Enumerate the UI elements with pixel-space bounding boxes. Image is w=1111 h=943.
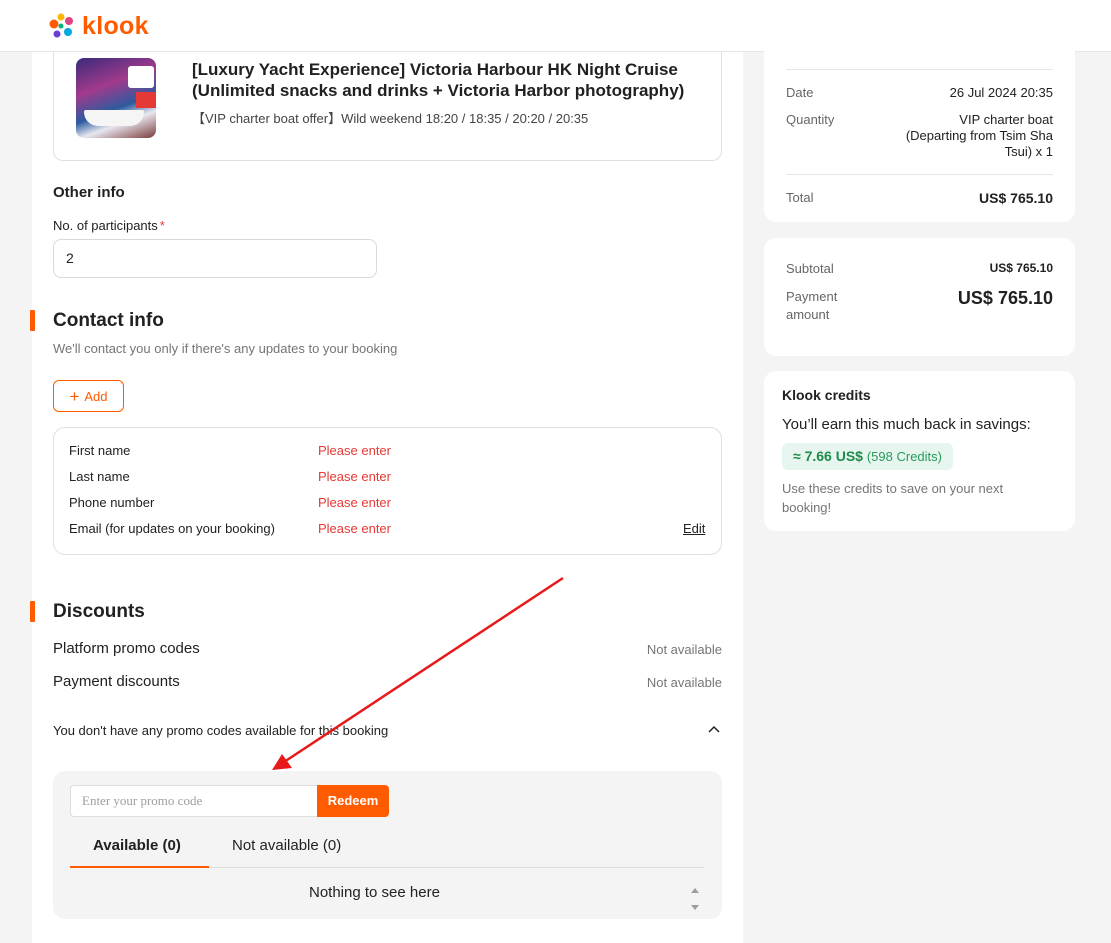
chevron-up-icon[interactable] (706, 721, 722, 737)
platform-promo-row[interactable]: Platform promo codes Not available (53, 640, 722, 660)
total-value: US$ 765.10 (979, 190, 1053, 206)
divider (786, 174, 1053, 175)
subtotal-label: Subtotal (786, 261, 834, 276)
participants-input[interactable]: 2 (53, 239, 377, 278)
contact-row-label: Phone number (69, 495, 155, 510)
tab-available[interactable]: Available (0) (93, 837, 181, 854)
payment-amount-label: Payment amount (786, 289, 838, 322)
quantity-value: VIP charter boat (Departing from Tsim Sh… (905, 112, 1053, 159)
add-contact-label: Add (84, 388, 108, 404)
payment-amount-value: US$ 765.10 (957, 288, 1053, 308)
scroll-up-icon[interactable] (691, 888, 699, 893)
product-package: 【VIP charter boat offer】Wild weekend 18:… (192, 111, 589, 126)
plus-icon: + (69, 386, 80, 406)
date-value: 26 Jul 2024 20:35 (949, 85, 1053, 100)
product-card: [Luxury Yacht Experience] Victoria Harbo… (53, 52, 722, 161)
credits-subtitle: You’ll earn this much back in savings: (782, 416, 1031, 433)
contact-row-value[interactable]: Please enter (318, 443, 391, 458)
redeem-button[interactable]: Redeem (317, 785, 389, 817)
divider (786, 69, 1053, 70)
product-thumbnail (76, 58, 156, 138)
edit-contact-link[interactable]: Edit (683, 521, 705, 536)
promo-code-input[interactable]: Enter your promo code (70, 785, 317, 817)
klook-credits-card: Klook credits You’ll earn this much back… (764, 371, 1075, 531)
order-summary-card: Date 26 Jul 2024 20:35 Quantity VIP char… (764, 40, 1075, 222)
date-label: Date (786, 85, 814, 100)
contact-row-value[interactable]: Please enter (318, 495, 391, 510)
platform-promo-label: Platform promo codes (53, 640, 200, 657)
discounts-title: Discounts (53, 601, 145, 622)
brand-name: klook (82, 11, 149, 40)
platform-promo-status: Not available (646, 642, 722, 657)
promo-availability-note: You don't have any promo codes available… (53, 723, 389, 738)
credits-title: Klook credits (782, 387, 871, 403)
active-tab-indicator (70, 866, 209, 868)
credits-count: (598 Credits) (866, 449, 942, 464)
credits-badge: ≈ 7.66 US$ (598 Credits) (782, 443, 953, 470)
contact-details-card: First name Please enter Last name Please… (53, 427, 722, 555)
credits-note: Use these credits to save on your next b… (782, 481, 1004, 515)
add-contact-button[interactable]: + Add (53, 380, 124, 412)
payment-discounts-status: Not available (646, 675, 722, 690)
section-accent-bar (30, 310, 35, 331)
total-label: Total (786, 190, 814, 205)
quantity-label: Quantity (786, 112, 835, 127)
contact-row-value[interactable]: Please enter (318, 521, 391, 536)
empty-state-text: Nothing to see here (309, 884, 440, 901)
payment-discounts-row[interactable]: Payment discounts Not available (53, 673, 722, 693)
section-accent-bar (30, 601, 35, 622)
klook-logo-icon (49, 13, 73, 38)
scroll-down-icon[interactable] (691, 905, 699, 910)
promo-code-panel: Enter your promo code Redeem Available (… (53, 771, 722, 919)
contact-row-label: Email (for updates on your booking) (69, 521, 275, 536)
payment-summary-card: Subtotal US$ 765.10 Payment amount US$ 7… (764, 238, 1075, 356)
contact-row-value[interactable]: Please enter (318, 469, 391, 484)
klook-logo[interactable]: klook (46, 11, 149, 41)
product-title: [Luxury Yacht Experience] Victoria Harbo… (192, 60, 685, 100)
participants-label: No. of participants * (53, 218, 165, 233)
credits-amount: ≈ 7.66 US$ (793, 448, 863, 464)
required-mark: * (159, 218, 165, 233)
other-info-title: Other info (53, 184, 125, 201)
subtotal-value: US$ 765.10 (989, 261, 1053, 275)
contact-info-subtitle: We'll contact you only if there's any up… (53, 341, 398, 356)
tab-not-available[interactable]: Not available (0) (232, 837, 341, 854)
payment-discounts-label: Payment discounts (53, 673, 180, 690)
contact-row-label: Last name (69, 469, 130, 484)
booking-form: [Luxury Yacht Experience] Victoria Harbo… (30, 52, 743, 943)
contact-info-title: Contact info (53, 310, 164, 331)
contact-row-label: First name (69, 443, 131, 458)
